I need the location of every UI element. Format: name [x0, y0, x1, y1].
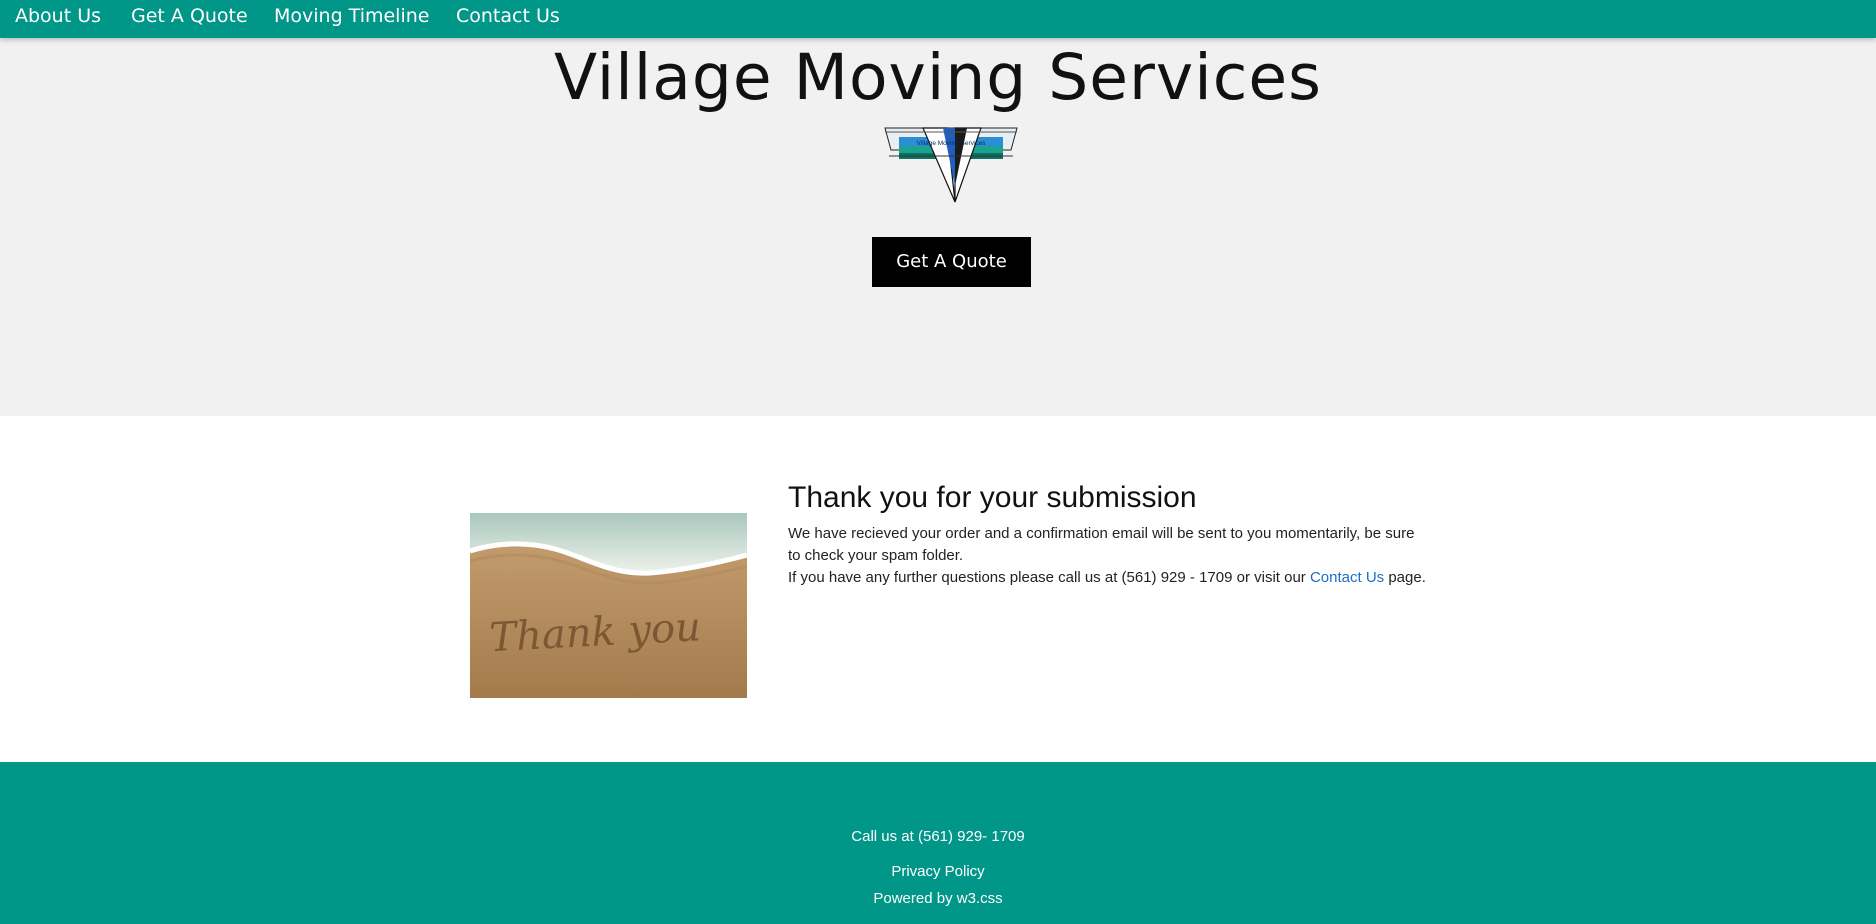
get-a-quote-button[interactable]: Get A Quote — [872, 237, 1031, 287]
confirmation-section: Thank you Thank you for your submission … — [0, 416, 1876, 762]
footer-phone: Call us at (561) 929- 1709 — [851, 828, 1025, 845]
powered-by-prefix: Powered by — [873, 890, 957, 907]
thank-you-sand-image: Thank you — [470, 513, 747, 698]
privacy-policy-link[interactable]: Privacy Policy — [891, 863, 984, 880]
confirmation-line-2-suffix: page. — [1384, 569, 1426, 586]
logo-wordmark: Village Moving Services — [917, 140, 987, 147]
confirmation-message: We have recieved your order and a confir… — [788, 523, 1428, 589]
site-title: Village Moving Services — [554, 41, 1322, 114]
hero-section: Village Moving Services Village Moving S… — [0, 38, 1876, 416]
nav-about-us[interactable]: About Us — [15, 4, 101, 28]
powered-by: Powered by w3.css — [0, 889, 1876, 909]
nav-contact-us[interactable]: Contact Us — [456, 4, 560, 28]
w3css-link[interactable]: w3.css — [957, 890, 1003, 907]
top-navigation: About Us Get A Quote Moving Timeline Con… — [0, 0, 1876, 38]
site-footer: Call us at (561) 929- 1709 Privacy Polic… — [0, 762, 1876, 924]
nav-moving-timeline[interactable]: Moving Timeline — [274, 4, 429, 28]
confirmation-line-2-prefix: If you have any further questions please… — [788, 569, 1310, 586]
contact-us-link[interactable]: Contact Us — [1310, 569, 1384, 586]
nav-get-a-quote[interactable]: Get A Quote — [131, 4, 248, 28]
company-logo: Village Moving Services — [884, 127, 1018, 203]
confirmation-heading: Thank you for your submission — [788, 481, 1197, 514]
confirmation-line-1: We have recieved your order and a confir… — [788, 525, 1415, 564]
confirmation-line-2: If you have any further questions please… — [788, 567, 1428, 589]
